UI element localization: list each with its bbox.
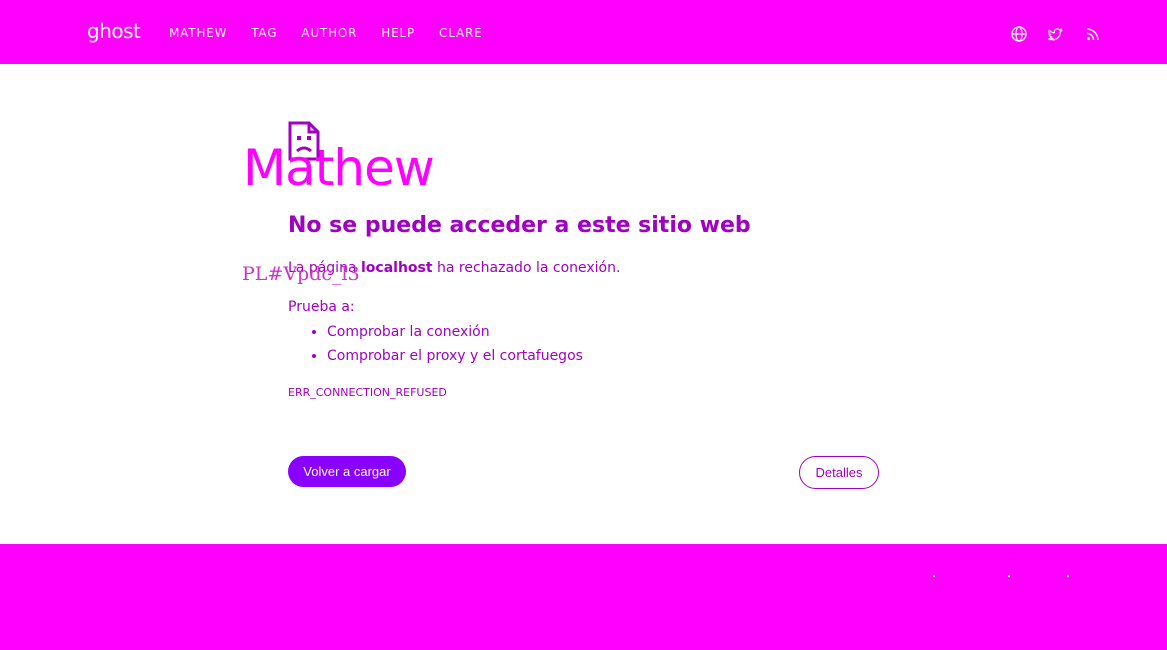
social-links — [1009, 24, 1120, 44]
error-description-suffix: ha rechazado la conexión. — [432, 260, 621, 276]
footer-dot — [1067, 575, 1069, 577]
post-title: Mathew — [243, 139, 435, 197]
suggestion-item: Comprobar el proxy y el cortafuegos — [327, 344, 583, 368]
rss-icon[interactable] — [1083, 24, 1103, 44]
nav-item-clare[interactable]: CLARE — [439, 25, 482, 41]
error-heading: No se puede acceder a este sitio web — [288, 213, 751, 238]
suggestion-item: Comprobar la conexión — [327, 320, 583, 344]
error-code: ERR_CONNECTION_REFUSED — [288, 386, 447, 399]
glitch-text: PL#Vpdc_l3 — [242, 263, 360, 285]
nav-item-author[interactable]: AUTHOR — [301, 25, 357, 41]
footer-dot — [933, 575, 935, 577]
site-header: ghost MATHEW TAG AUTHOR HELP CLARE — [0, 0, 1167, 64]
nav-item-mathew[interactable]: MATHEW — [169, 25, 227, 41]
reload-button[interactable]: Volver a cargar — [288, 456, 406, 487]
site-logo[interactable]: ghost — [87, 18, 141, 44]
details-button[interactable]: Detalles — [799, 456, 879, 489]
twitter-icon[interactable] — [1046, 24, 1066, 44]
suggestion-list: Comprobar la conexión Comprobar el proxy… — [288, 320, 583, 368]
error-host: localhost — [360, 260, 433, 276]
globe-icon[interactable] — [1009, 24, 1029, 44]
nav-item-tag[interactable]: TAG — [251, 25, 277, 41]
site-footer — [0, 544, 1167, 650]
try-label: Prueba a: — [288, 299, 355, 315]
footer-dot — [1008, 575, 1010, 577]
nav-item-help[interactable]: HELP — [381, 25, 415, 41]
main-nav: MATHEW TAG AUTHOR HELP CLARE — [169, 25, 506, 41]
